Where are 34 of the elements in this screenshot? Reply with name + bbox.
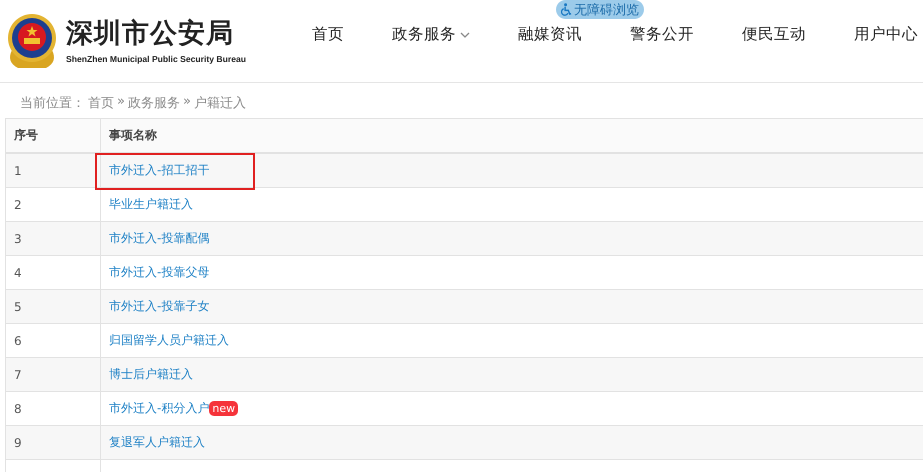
nav-link[interactable]: 政务服务 bbox=[392, 24, 470, 45]
item-link[interactable]: 博士后户籍迁入 bbox=[109, 366, 193, 383]
item-link[interactable]: 市外迁入-投靠配偶 bbox=[109, 230, 210, 247]
nav-link[interactable]: 用户中心 bbox=[854, 24, 918, 45]
nav-link[interactable]: 便民互动 bbox=[742, 24, 806, 45]
breadcrumb-separator: » bbox=[182, 94, 191, 111]
site-title: 深圳市公安局 bbox=[66, 18, 235, 50]
new-badge: new bbox=[209, 401, 238, 416]
nav-link[interactable]: 融媒资讯 bbox=[518, 24, 582, 45]
table-cell: 1 bbox=[6, 153, 100, 188]
item-link[interactable]: 市外迁入-投靠父母 bbox=[109, 264, 210, 281]
item-link[interactable]: 市外迁入-招工招干 bbox=[109, 162, 210, 179]
column-header: 序号 bbox=[6, 118, 100, 153]
breadcrumb-separator: » bbox=[117, 94, 125, 111]
item-link[interactable]: 归国留学人员户籍迁入 bbox=[109, 332, 229, 349]
table-cell: 9 bbox=[6, 426, 100, 460]
chevron-down-icon bbox=[460, 32, 470, 38]
breadcrumb-link[interactable]: 政务服务 bbox=[128, 94, 180, 118]
wheelchair-icon bbox=[561, 3, 572, 16]
breadcrumb-link[interactable]: 首页 bbox=[88, 94, 114, 118]
table-cell: 5 bbox=[6, 290, 100, 324]
item-link[interactable]: 复退军人户籍迁入 bbox=[109, 434, 205, 451]
accessibility-button[interactable]: 无障碍浏览 bbox=[556, 0, 644, 19]
table-cell: 3 bbox=[6, 222, 100, 256]
breadcrumb-label: 当前位置： bbox=[20, 95, 85, 113]
column-header: 事项名称 bbox=[100, 118, 923, 153]
item-link[interactable]: 毕业生户籍迁入 bbox=[109, 196, 193, 213]
site-subtitle: ShenZhen Municipal Public Security Bureau bbox=[66, 54, 246, 64]
item-link[interactable]: 市外迁入-投靠子女 bbox=[109, 298, 210, 315]
nav-link[interactable]: 警务公开 bbox=[630, 24, 694, 45]
table-cell: 7 bbox=[6, 358, 100, 392]
nav-link[interactable]: 首页 bbox=[312, 24, 344, 45]
item-link[interactable]: 市外迁入-积分入户 bbox=[109, 400, 210, 417]
breadcrumb-link[interactable]: 户籍迁入 bbox=[194, 94, 246, 118]
